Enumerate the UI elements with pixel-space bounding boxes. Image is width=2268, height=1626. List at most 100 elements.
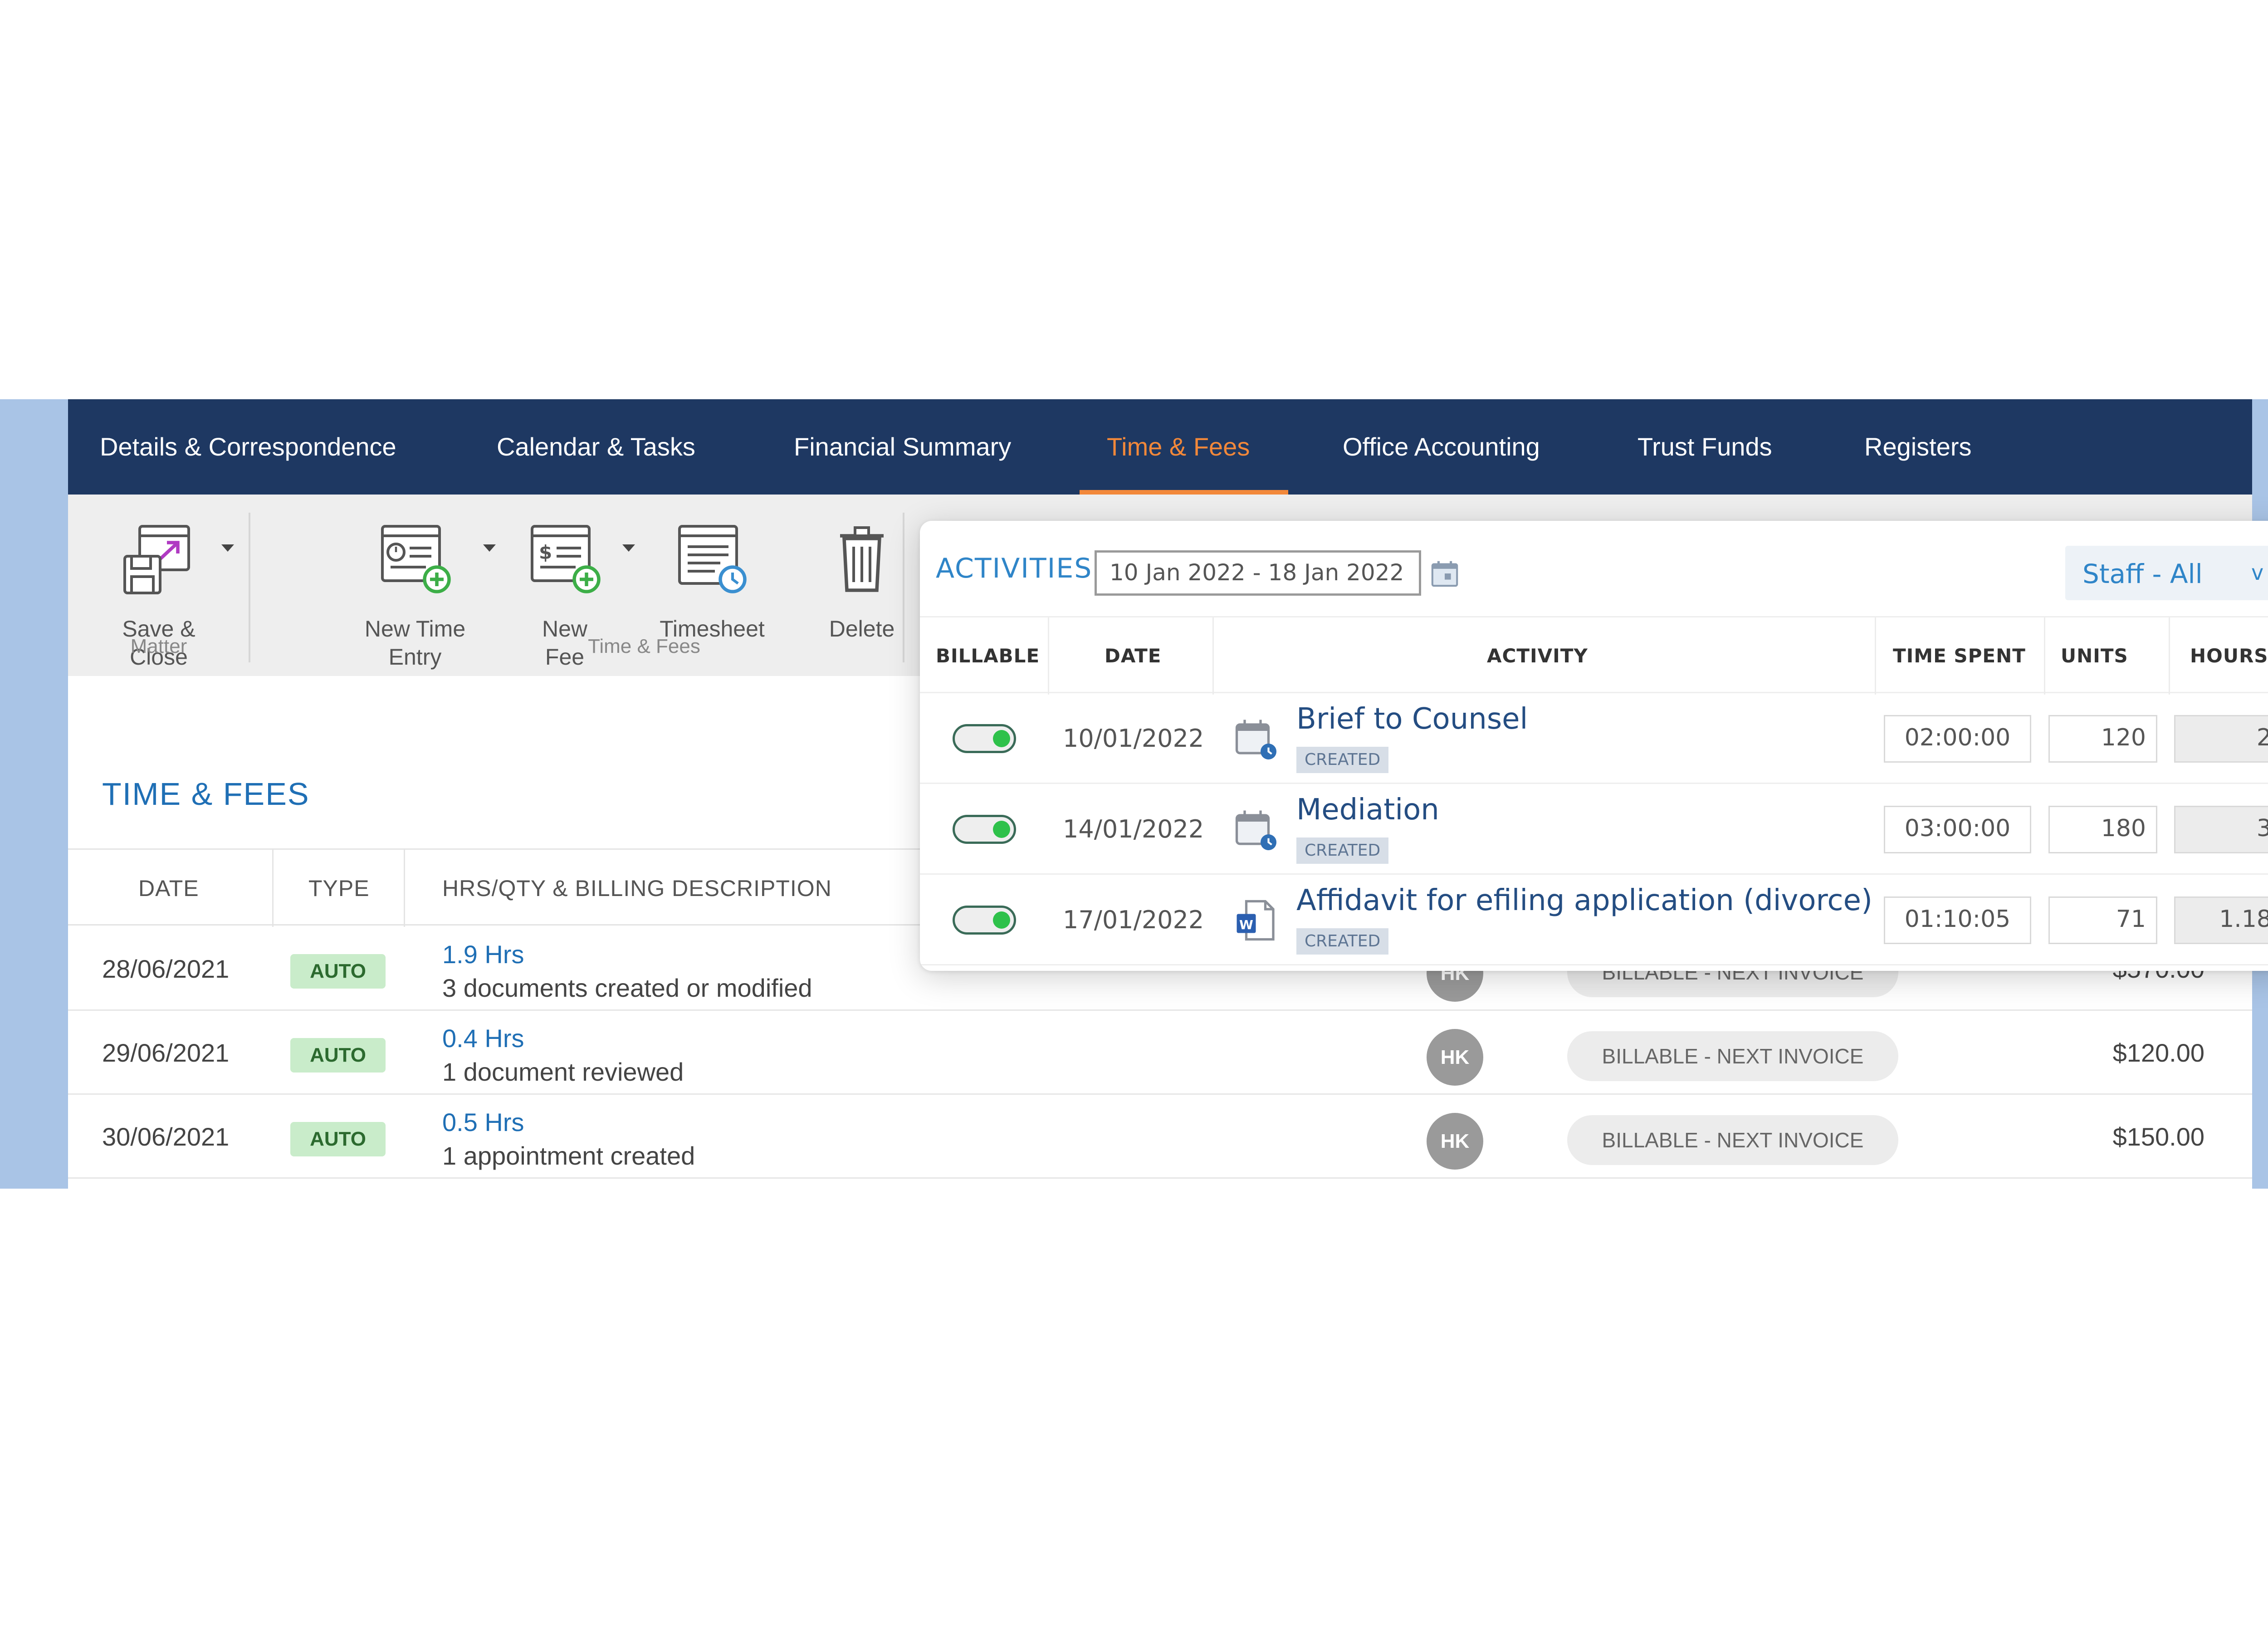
activity-date: 10/01/2022 xyxy=(1063,724,1204,753)
row-amount: $120.00 xyxy=(2112,1038,2204,1067)
tab-time-fees[interactable]: Time & Fees xyxy=(1107,399,1250,495)
new-fee-icon: $ xyxy=(531,525,601,593)
column-header-hours[interactable]: HOURS xyxy=(2190,617,2268,695)
new-time-entry-dropdown-caret[interactable] xyxy=(483,544,496,552)
tab-financial-summary[interactable]: Financial Summary xyxy=(794,399,1011,495)
column-header-billable[interactable]: BILLABLE xyxy=(936,617,1040,695)
units-field[interactable]: 120 xyxy=(2048,715,2157,763)
group-label-time-fees: Time & Fees xyxy=(588,635,700,657)
column-header-type[interactable]: TYPE xyxy=(308,850,370,927)
tab-details-correspondence[interactable]: Details & Correspondence xyxy=(100,399,396,495)
calendar-picker-icon[interactable] xyxy=(1429,558,1461,589)
new-fee-dropdown-caret[interactable] xyxy=(622,544,635,552)
calendar-icon xyxy=(1235,720,1276,759)
status-badge[interactable]: BILLABLE - NEXT INVOICE xyxy=(1567,1115,1898,1165)
row-description: 3 documents created or modified xyxy=(442,974,812,1002)
svg-text:$: $ xyxy=(539,541,552,563)
column-divider xyxy=(2044,617,2045,695)
activity-name[interactable]: Brief to Counsel xyxy=(1296,702,1528,736)
billable-toggle[interactable] xyxy=(953,906,1016,935)
row-hours-link[interactable]: 1.9 Hrs xyxy=(442,940,524,969)
activity-row[interactable]: 10/01/2022 Brief to Counsel CREATED 02:0… xyxy=(920,693,2268,784)
row-description: 1 appointment created xyxy=(442,1141,695,1170)
type-badge: AUTO xyxy=(290,1038,386,1073)
hours-field: 2 xyxy=(2174,715,2268,763)
new-time-entry-button[interactable]: New Time Entry xyxy=(340,508,490,670)
activity-name[interactable]: Mediation xyxy=(1296,793,1439,827)
activities-table-header: BILLABLE DATE ACTIVITY TIME SPENT UNITS … xyxy=(920,616,2268,695)
units-field[interactable]: 180 xyxy=(2048,806,2157,853)
column-divider xyxy=(404,850,405,927)
column-divider xyxy=(1875,617,1876,695)
table-row[interactable]: 30/06/2021 AUTO 0.5 Hrs 1 appointment cr… xyxy=(68,1095,2252,1179)
tab-calendar-tasks[interactable]: Calendar & Tasks xyxy=(497,399,695,495)
page-title: TIME & FEES xyxy=(102,776,310,812)
activity-date: 14/01/2022 xyxy=(1063,815,1204,843)
activity-name[interactable]: Affidavit for efiling application (divor… xyxy=(1296,884,1872,917)
delete-button[interactable]: Delete xyxy=(794,508,930,642)
ribbon-divider xyxy=(903,513,904,662)
time-spent-field[interactable]: 02:00:00 xyxy=(1884,715,2031,763)
activities-title: ACTIVITIES xyxy=(936,553,1093,584)
timesheet-button[interactable]: Timesheet xyxy=(637,508,787,642)
column-header-date[interactable]: DATE xyxy=(138,850,199,927)
activities-panel: ACTIVITIES 10 Jan 2022 - 18 Jan 2022 Sta… xyxy=(920,521,2268,971)
created-badge: CREATED xyxy=(1296,747,1389,773)
activity-row[interactable]: 14/01/2022 Mediation CREATED 03:00:00 18… xyxy=(920,784,2268,875)
top-navigation: Details & Correspondence Calendar & Task… xyxy=(68,399,2252,495)
tab-registers[interactable]: Registers xyxy=(1864,399,1972,495)
row-date: 29/06/2021 xyxy=(102,1038,230,1067)
hours-field: 3 xyxy=(2174,806,2268,853)
active-tab-underline xyxy=(1080,490,1288,495)
created-badge: CREATED xyxy=(1296,837,1389,864)
row-hours-link[interactable]: 0.5 Hrs xyxy=(442,1107,524,1137)
avatar[interactable]: HK xyxy=(1427,1113,1483,1170)
ribbon-divider xyxy=(249,513,250,662)
toggle-knob xyxy=(993,821,1010,838)
status-badge[interactable]: BILLABLE - NEXT INVOICE xyxy=(1567,1031,1898,1081)
column-header-date[interactable]: DATE xyxy=(1105,617,1161,695)
timesheet-icon xyxy=(678,525,747,593)
group-label-matter: Matter xyxy=(130,635,187,657)
billable-toggle[interactable] xyxy=(953,815,1016,844)
tab-trust-funds[interactable]: Trust Funds xyxy=(1637,399,1772,495)
svg-text:W: W xyxy=(1239,917,1253,932)
new-time-entry-icon xyxy=(381,525,451,593)
row-hours-link[interactable]: 0.4 Hrs xyxy=(442,1024,524,1053)
toggle-knob xyxy=(993,730,1010,747)
column-divider xyxy=(1212,617,1214,695)
units-field[interactable]: 71 xyxy=(2048,896,2157,944)
created-badge: CREATED xyxy=(1296,928,1389,955)
word-document-icon: W xyxy=(1237,900,1275,941)
staff-filter-dropdown[interactable]: Staff - All v xyxy=(2065,546,2268,600)
tab-office-accounting[interactable]: Office Accounting xyxy=(1343,399,1540,495)
avatar[interactable]: HK xyxy=(1427,1029,1483,1086)
column-header-units[interactable]: UNITS xyxy=(2061,617,2128,695)
time-spent-field[interactable]: 03:00:00 xyxy=(1884,806,2031,853)
column-divider xyxy=(2169,617,2170,695)
column-header-description[interactable]: HRS/QTY & BILLING DESCRIPTION xyxy=(442,850,832,927)
table-row[interactable]: 29/06/2021 AUTO 0.4 Hrs 1 document revie… xyxy=(68,1011,2252,1095)
row-date: 28/06/2021 xyxy=(102,955,230,983)
new-fee-button[interactable]: $ New Fee xyxy=(497,508,633,670)
date-range-field[interactable]: 10 Jan 2022 - 18 Jan 2022 xyxy=(1095,550,1421,596)
row-amount: $150.00 xyxy=(2112,1122,2204,1151)
billable-toggle[interactable] xyxy=(953,724,1016,753)
activity-date: 17/01/2022 xyxy=(1063,906,1204,934)
column-header-activity[interactable]: ACTIVITY xyxy=(1487,617,1588,695)
save-close-icon xyxy=(123,525,190,594)
save-close-dropdown-caret[interactable] xyxy=(221,544,234,552)
calendar-icon xyxy=(1235,810,1276,850)
time-spent-field[interactable]: 01:10:05 xyxy=(1884,896,2031,944)
row-description: 1 document reviewed xyxy=(442,1058,684,1086)
row-date: 30/06/2021 xyxy=(102,1122,230,1151)
column-divider xyxy=(272,850,274,927)
hours-field: 1.18 xyxy=(2174,896,2268,944)
toggle-knob xyxy=(993,911,1010,929)
activity-row[interactable]: 17/01/2022 W Affidavit for efiling appli… xyxy=(920,875,2268,965)
staff-filter-label: Staff - All xyxy=(2082,558,2203,589)
column-divider xyxy=(1048,617,1049,695)
save-close-button[interactable]: Save & Close xyxy=(86,508,231,670)
column-header-time-spent[interactable]: TIME SPENT xyxy=(1893,617,2026,695)
type-badge: AUTO xyxy=(290,1122,386,1156)
